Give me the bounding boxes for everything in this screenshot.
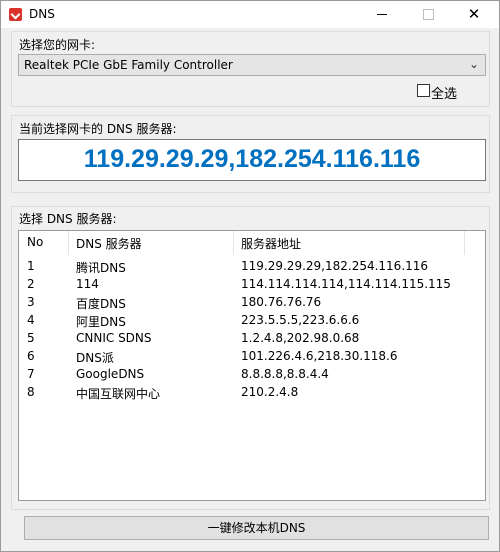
close-icon: ✕ [467,5,481,23]
row-no: 7 [27,367,35,381]
row-server-name: GoogleDNS [76,367,145,381]
row-no: 2 [27,277,35,291]
row-server-address: 223.5.5.5,223.6.6.6 [241,313,360,327]
app-logo-icon [9,8,22,21]
adapter-selected-value: Realtek PCIe GbE Family Controller [24,58,233,72]
row-server-address: 119.29.29.29,182.254.116.116 [241,259,429,273]
table-row[interactable]: 4 阿里DNS 223.5.5.5,223.6.6.6 [19,313,485,331]
table-row[interactable]: 5 CNNIC SDNS 1.2.4.8,202.98.0.68 [19,331,485,349]
table-row[interactable]: 3 百度DNS 180.76.76.76 [19,295,485,313]
window-title: DNS [29,7,55,21]
row-server-name: 阿里DNS [76,315,126,329]
current-dns-label: 当前选择网卡的 DNS 服务器: [19,122,177,136]
close-button[interactable]: ✕ [451,1,497,28]
row-server-address: 210.2.4.8 [241,385,299,399]
column-divider[interactable] [233,231,234,255]
server-list[interactable]: No DNS 服务器 服务器地址 1 腾讯DNS 119.29.29.29,18… [18,230,486,501]
select-all-label: 全选 [431,87,458,102]
row-server-name: 腾讯DNS [76,261,126,275]
column-header-name[interactable]: DNS 服务器 [76,235,142,252]
current-dns-value: 119.29.29.29,182.254.116.116 [83,145,421,173]
table-row[interactable]: 7 GoogleDNS 8.8.8.8,8.8.4.4 [19,367,485,385]
column-header-address[interactable]: 服务器地址 [241,235,301,252]
row-no: 5 [27,331,35,345]
title-bar[interactable]: DNS ✕ [1,1,499,28]
row-server-name: 百度DNS [76,297,126,311]
row-server-name: CNNIC SDNS [76,331,152,345]
row-no: 8 [27,385,35,399]
maximize-button [405,1,451,28]
minimize-icon [377,13,387,15]
row-server-name: 中国互联网中心 [76,387,161,401]
row-no: 4 [27,313,35,327]
column-header-no[interactable]: No [27,235,43,249]
chevron-down-icon: ⌄ [468,57,479,71]
adapter-label: 选择您的网卡: [19,38,96,52]
dns-window: DNS ✕ 选择您的网卡: Realtek PCIe GbE Family Co… [0,0,500,552]
row-no: 1 [27,259,35,273]
adapter-select[interactable]: Realtek PCIe GbE Family Controller ⌄ [18,54,486,76]
table-row[interactable]: 6 DNS派 101.226.4.6,218.30.118.6 [19,349,485,367]
table-row[interactable]: 8 中国互联网中心 210.2.4.8 [19,385,485,403]
row-server-address: 101.226.4.6,218.30.118.6 [241,349,398,363]
checkbox-box[interactable] [417,84,430,97]
column-divider[interactable] [464,231,465,255]
row-server-address: 114.114.114.114,114.114.115.115 [241,277,451,291]
row-server-address: 180.76.76.76 [241,295,322,309]
maximize-icon [422,8,434,20]
row-server-name: 114 [76,277,99,291]
row-server-name: DNS派 [76,351,114,365]
current-dns-display: 119.29.29.29,182.254.116.116 [18,139,486,181]
table-row[interactable]: 2 114 114.114.114.114,114.114.115.115 [19,277,485,295]
row-no: 6 [27,349,35,363]
apply-dns-button[interactable]: 一键修改本机DNS [24,516,489,540]
row-no: 3 [27,295,35,309]
table-row[interactable]: 1 腾讯DNS 119.29.29.29,182.254.116.116 [19,259,485,277]
minimize-button[interactable] [359,1,405,28]
server-list-label: 选择 DNS 服务器: [19,212,117,226]
column-divider[interactable] [68,231,69,255]
row-server-address: 8.8.8.8,8.8.4.4 [241,367,329,381]
row-server-address: 1.2.4.8,202.98.0.68 [241,331,360,345]
